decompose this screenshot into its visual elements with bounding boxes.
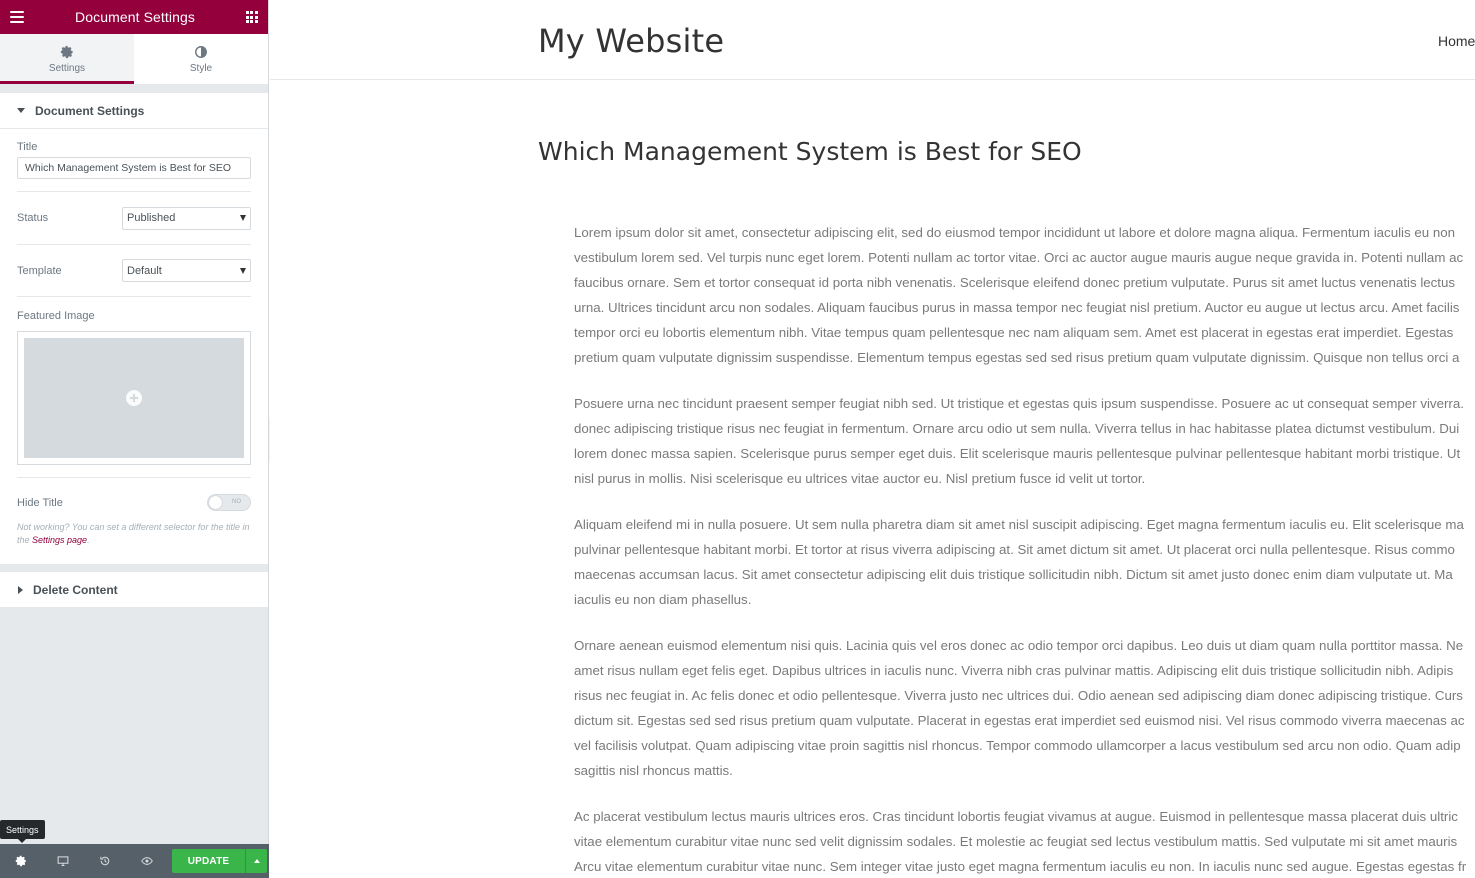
template-select[interactable]: Default	[122, 259, 251, 282]
panel-footer: UPDATE	[0, 844, 269, 878]
toggle-knob	[209, 496, 222, 509]
add-image-icon	[126, 390, 142, 406]
delete-content-heading-label: Delete Content	[33, 582, 118, 597]
paragraph-line: Lorem ipsum dolor sit amet, consectetur …	[574, 225, 1456, 240]
paragraph-line: faucibus ornare. Sem et tortor consequat…	[574, 275, 1456, 290]
page-preview: My Website Home Which Management System …	[270, 0, 1475, 878]
caret-right-icon	[18, 585, 23, 594]
document-settings-heading-label: Document Settings	[35, 103, 145, 118]
editor-panel: Document Settings Settings Style Documen…	[0, 0, 269, 878]
paragraph-line: risus nec feugiat in. Ac felis donec et …	[574, 688, 1463, 703]
site-header: My Website Home	[270, 0, 1475, 80]
paragraph: Ac placerat vestibulum lectus mauris ult…	[574, 804, 1475, 878]
template-select-value: Default	[127, 264, 162, 277]
paragraph-line: donec adipiscing tristique risus nec feu…	[574, 421, 1460, 436]
tab-settings-label: Settings	[48, 62, 86, 74]
update-button[interactable]: UPDATE	[172, 849, 245, 873]
delete-content-heading[interactable]: Delete Content	[0, 572, 268, 607]
paragraph-line: urna. Ultrices tincidunt arcu non sodale…	[574, 300, 1460, 315]
paragraph-line: vestibulum lorem sed. Vel turpis nunc eg…	[574, 250, 1464, 265]
paragraph-line: vel facilisis volutpat. Quam adipiscing …	[574, 738, 1461, 753]
caret-down-icon	[17, 108, 25, 113]
paragraph-line: vitae elementum curabitur vitae nunc sed…	[574, 834, 1458, 849]
paragraph: Aliquam eleifend mi in nulla posuere. Ut…	[574, 512, 1475, 612]
paragraph-line: tempor orci eu lobortis elementum nibh. …	[574, 325, 1454, 340]
settings-page-link[interactable]: Settings page	[32, 535, 87, 545]
document-settings-heading[interactable]: Document Settings	[0, 93, 268, 128]
document-settings-body: Title Status Published Template Default …	[0, 128, 268, 564]
contrast-icon	[195, 45, 207, 58]
tab-settings[interactable]: Settings	[0, 34, 134, 84]
paragraph-line: iaculis eu non diam phasellus.	[574, 592, 752, 607]
paragraph-line: Arcu vitae elementum curabitur vitae nun…	[574, 859, 1467, 874]
paragraph-line: Ac placerat vestibulum lectus mauris ult…	[574, 809, 1458, 824]
paragraph-line: Posuere urna nec tincidunt praesent semp…	[574, 396, 1464, 411]
hide-title-toggle[interactable]: NO	[207, 494, 251, 511]
widgets-grid-icon[interactable]	[245, 11, 258, 23]
paragraph-line: dictum sit. Egestas sed sed risus pretiu…	[574, 713, 1465, 728]
footer-responsive-button[interactable]	[42, 844, 84, 878]
title-control: Title	[17, 129, 251, 192]
tab-style-label: Style	[189, 62, 213, 74]
featured-image-label: Featured Image	[17, 310, 95, 322]
hide-title-note: Not working? You can set a different sel…	[17, 521, 251, 547]
paragraph-line: pulvinar pellentesque habitant morbi. Et…	[574, 542, 1455, 557]
status-control: Status Published	[17, 192, 251, 245]
hide-title-label: Hide Title	[17, 496, 63, 509]
gear-icon	[60, 45, 73, 58]
title-label: Title	[17, 141, 38, 153]
featured-image-control: Featured Image	[17, 297, 251, 478]
dropdown-arrow-icon	[240, 267, 246, 274]
paragraph-line: nisl purus in mollis. Nisi scelerisque e…	[574, 471, 1146, 486]
menu-icon[interactable]	[10, 11, 24, 23]
history-icon	[100, 856, 110, 866]
paragraph-line: Ornare aenean euismod elementum nisi qui…	[574, 638, 1464, 653]
hide-title-control: Hide Title NO Not working? You can set a…	[17, 478, 251, 547]
gear-icon	[15, 855, 26, 867]
update-options-button[interactable]	[245, 849, 267, 873]
footer-preview-button[interactable]	[126, 844, 168, 878]
panel-title: Document Settings	[75, 9, 195, 25]
delete-content-section: Delete Content	[0, 572, 268, 607]
footer-history-button[interactable]	[84, 844, 126, 878]
nav-item-home[interactable]: Home	[1438, 33, 1475, 49]
post-content: Lorem ipsum dolor sit amet, consectetur …	[574, 220, 1475, 878]
tab-style[interactable]: Style	[134, 34, 268, 84]
paragraph: Posuere urna nec tincidunt praesent semp…	[574, 391, 1475, 491]
footer-settings-button[interactable]	[0, 844, 42, 878]
title-input[interactable]	[17, 157, 251, 179]
post-title: Which Management System is Best for SEO	[538, 137, 1082, 166]
panel-header: Document Settings	[0, 0, 268, 34]
paragraph-line: maecenas accumsan lacus. Sit amet consec…	[574, 567, 1453, 582]
paragraph-line: pretium quam vulputate dignissim suspend…	[574, 350, 1460, 365]
status-label: Status	[17, 212, 49, 224]
site-title[interactable]: My Website	[538, 22, 724, 60]
paragraph-line: Aliquam eleifend mi in nulla posuere. Ut…	[574, 517, 1464, 532]
template-control: Template Default	[17, 245, 251, 297]
paragraph-line: amet risus nullam eget felis eget. Dapib…	[574, 663, 1454, 678]
paragraph: Lorem ipsum dolor sit amet, consectetur …	[574, 220, 1475, 370]
paragraph: Ornare aenean euismod elementum nisi qui…	[574, 633, 1475, 783]
document-settings-section: Document Settings Title Status Published…	[0, 93, 268, 564]
template-label: Template	[17, 264, 62, 277]
settings-tooltip: Settings	[0, 820, 45, 843]
paragraph-line: lorem donec massa sapien. Scelerisque pu…	[574, 446, 1461, 461]
toggle-state-text: NO	[232, 499, 241, 505]
eye-icon	[141, 857, 153, 865]
panel-tabs: Settings Style	[0, 34, 268, 84]
featured-image-box	[17, 331, 251, 465]
paragraph-line: sagittis nisl rhoncus mattis.	[574, 763, 733, 778]
caret-up-icon	[253, 859, 260, 863]
status-select[interactable]: Published	[122, 206, 251, 230]
dropdown-arrow-icon	[240, 215, 246, 221]
note-end: .	[87, 535, 90, 545]
featured-image-dropzone[interactable]	[24, 338, 244, 458]
status-select-value: Published	[127, 212, 176, 224]
desktop-icon	[57, 856, 69, 867]
